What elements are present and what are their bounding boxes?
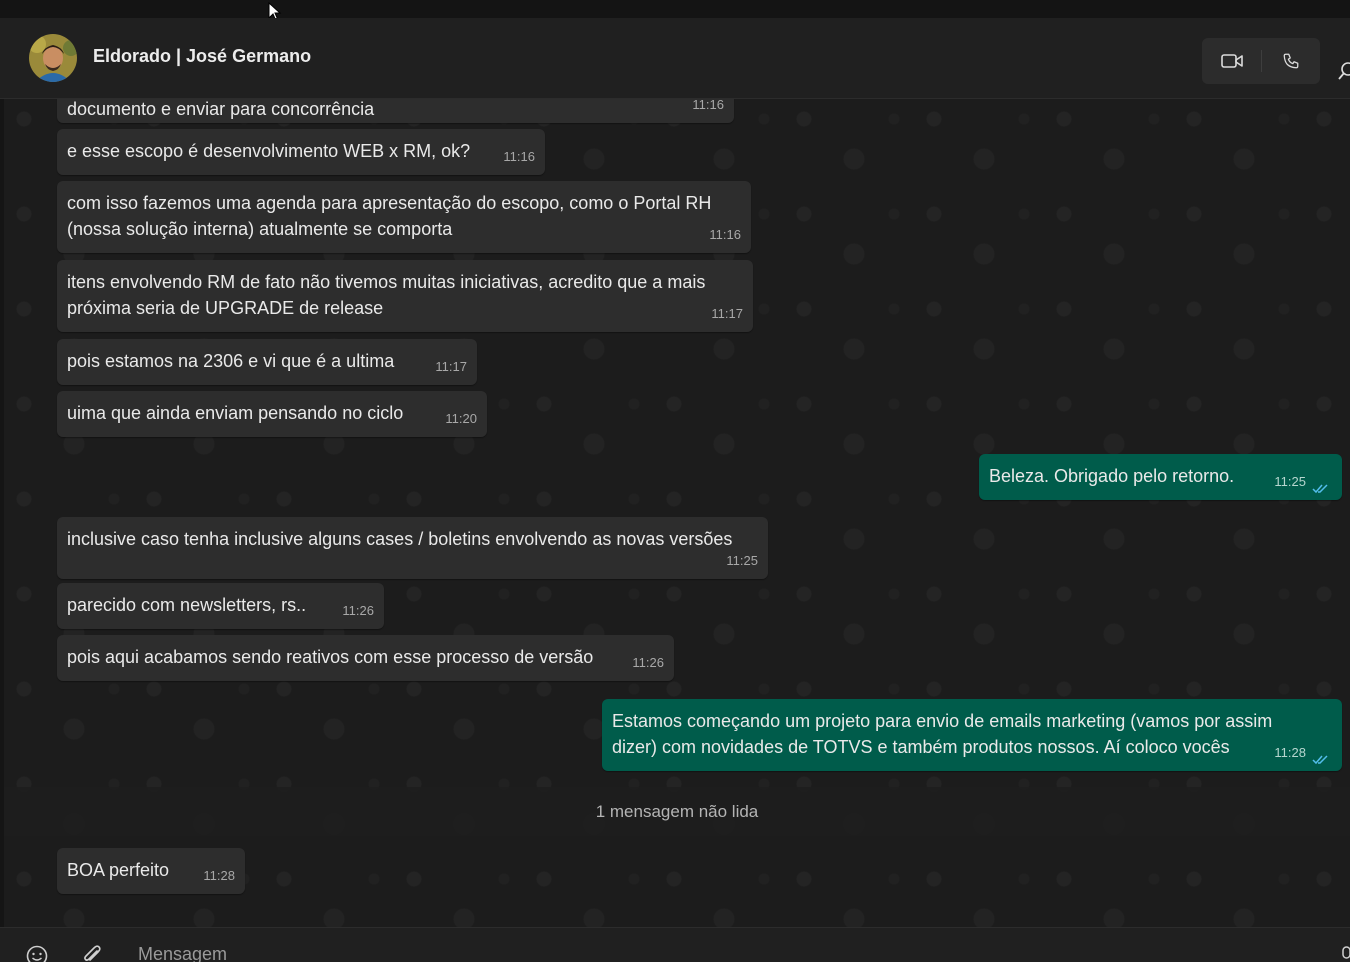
message-time: 11:25 (1274, 474, 1306, 489)
message-text: inclusive caso tenha inclusive alguns ca… (67, 529, 733, 549)
message-text: com isso fazemos uma agenda para apresen… (67, 193, 712, 239)
message-text: e esse escopo é desenvolvimento WEB x RM… (67, 141, 471, 161)
mic-button[interactable] (1340, 946, 1350, 962)
message-text: documento e enviar para concorrência (67, 99, 375, 119)
message-incoming[interactable]: pois estamos na 2306 e vi que é a ultima… (57, 339, 477, 385)
message-time: 11:16 (709, 227, 741, 242)
read-receipt-icon (1312, 755, 1328, 765)
chat-header[interactable]: Eldorado | José Germano (0, 18, 1350, 99)
message-incoming[interactable]: BOA perfeito 11:28 (57, 848, 245, 894)
attach-button[interactable] (82, 944, 102, 962)
message-incoming[interactable]: e esse escopo é desenvolvimento WEB x RM… (57, 129, 545, 175)
message-incoming[interactable]: itens envolvendo RM de fato não tivemos … (57, 260, 753, 332)
message-time: 11:17 (711, 306, 743, 321)
message-text: uima que ainda enviam pensando no ciclo (67, 403, 404, 423)
mic-icon (1342, 946, 1350, 959)
message-incoming[interactable]: com isso fazemos uma agenda para apresen… (57, 181, 751, 253)
unread-divider: 1 mensagem não lida (4, 787, 1350, 836)
message-time: 11:16 (692, 99, 724, 112)
read-receipt-icon (1312, 484, 1328, 494)
title-bar (0, 0, 1350, 22)
emoji-button[interactable] (26, 945, 48, 962)
emoji-icon (26, 945, 48, 962)
message-incoming[interactable]: pois aqui acabamos sendo reativos com es… (57, 635, 674, 681)
message-time: 11:28 (203, 868, 235, 883)
message-time: 11:26 (342, 603, 374, 618)
contact-name[interactable]: Eldorado | José Germano (93, 46, 311, 67)
message-text: parecido com newsletters, rs.. (67, 595, 307, 615)
avatar[interactable] (29, 34, 77, 82)
message-incoming[interactable]: parecido com newsletters, rs.. 11:26 (57, 583, 384, 629)
voice-call-icon (1283, 53, 1298, 69)
message-incoming[interactable]: documento e enviar para concorrência 11:… (57, 99, 734, 123)
message-time: 11:16 (503, 149, 535, 164)
message-list[interactable]: documento e enviar para concorrência 11:… (4, 99, 1350, 927)
whatsapp-window: Eldorado | José Germano documento e envi… (0, 0, 1350, 962)
message-composer (0, 927, 1350, 962)
message-time: 11:20 (445, 411, 477, 426)
call-buttons-group (1202, 38, 1320, 84)
message-time: 11:26 (632, 655, 664, 670)
message-input[interactable] (136, 940, 1320, 962)
message-time: 11:17 (435, 359, 467, 374)
message-time: 11:28 (1274, 745, 1306, 760)
message-incoming[interactable]: uima que ainda enviam pensando no ciclo … (57, 391, 487, 437)
message-incoming[interactable]: inclusive caso tenha inclusive alguns ca… (57, 517, 768, 579)
message-time: 11:25 (726, 553, 758, 568)
message-text: pois estamos na 2306 e vi que é a ultima (67, 351, 395, 371)
message-text: Estamos começando um projeto para envio … (612, 711, 1273, 757)
message-outgoing[interactable]: Beleza. Obrigado pelo retorno. 11:25 (979, 454, 1342, 500)
video-call-icon (1220, 54, 1243, 68)
message-text: pois aqui acabamos sendo reativos com es… (67, 647, 594, 667)
message-text: itens envolvendo RM de fato não tivemos … (67, 272, 706, 318)
video-call-button[interactable] (1202, 38, 1261, 84)
search-icon (1338, 62, 1350, 80)
search-button[interactable] (1338, 62, 1350, 82)
voice-call-button[interactable] (1261, 38, 1320, 84)
message-outgoing[interactable]: Estamos começando um projeto para envio … (602, 699, 1342, 771)
attach-icon (84, 945, 101, 961)
